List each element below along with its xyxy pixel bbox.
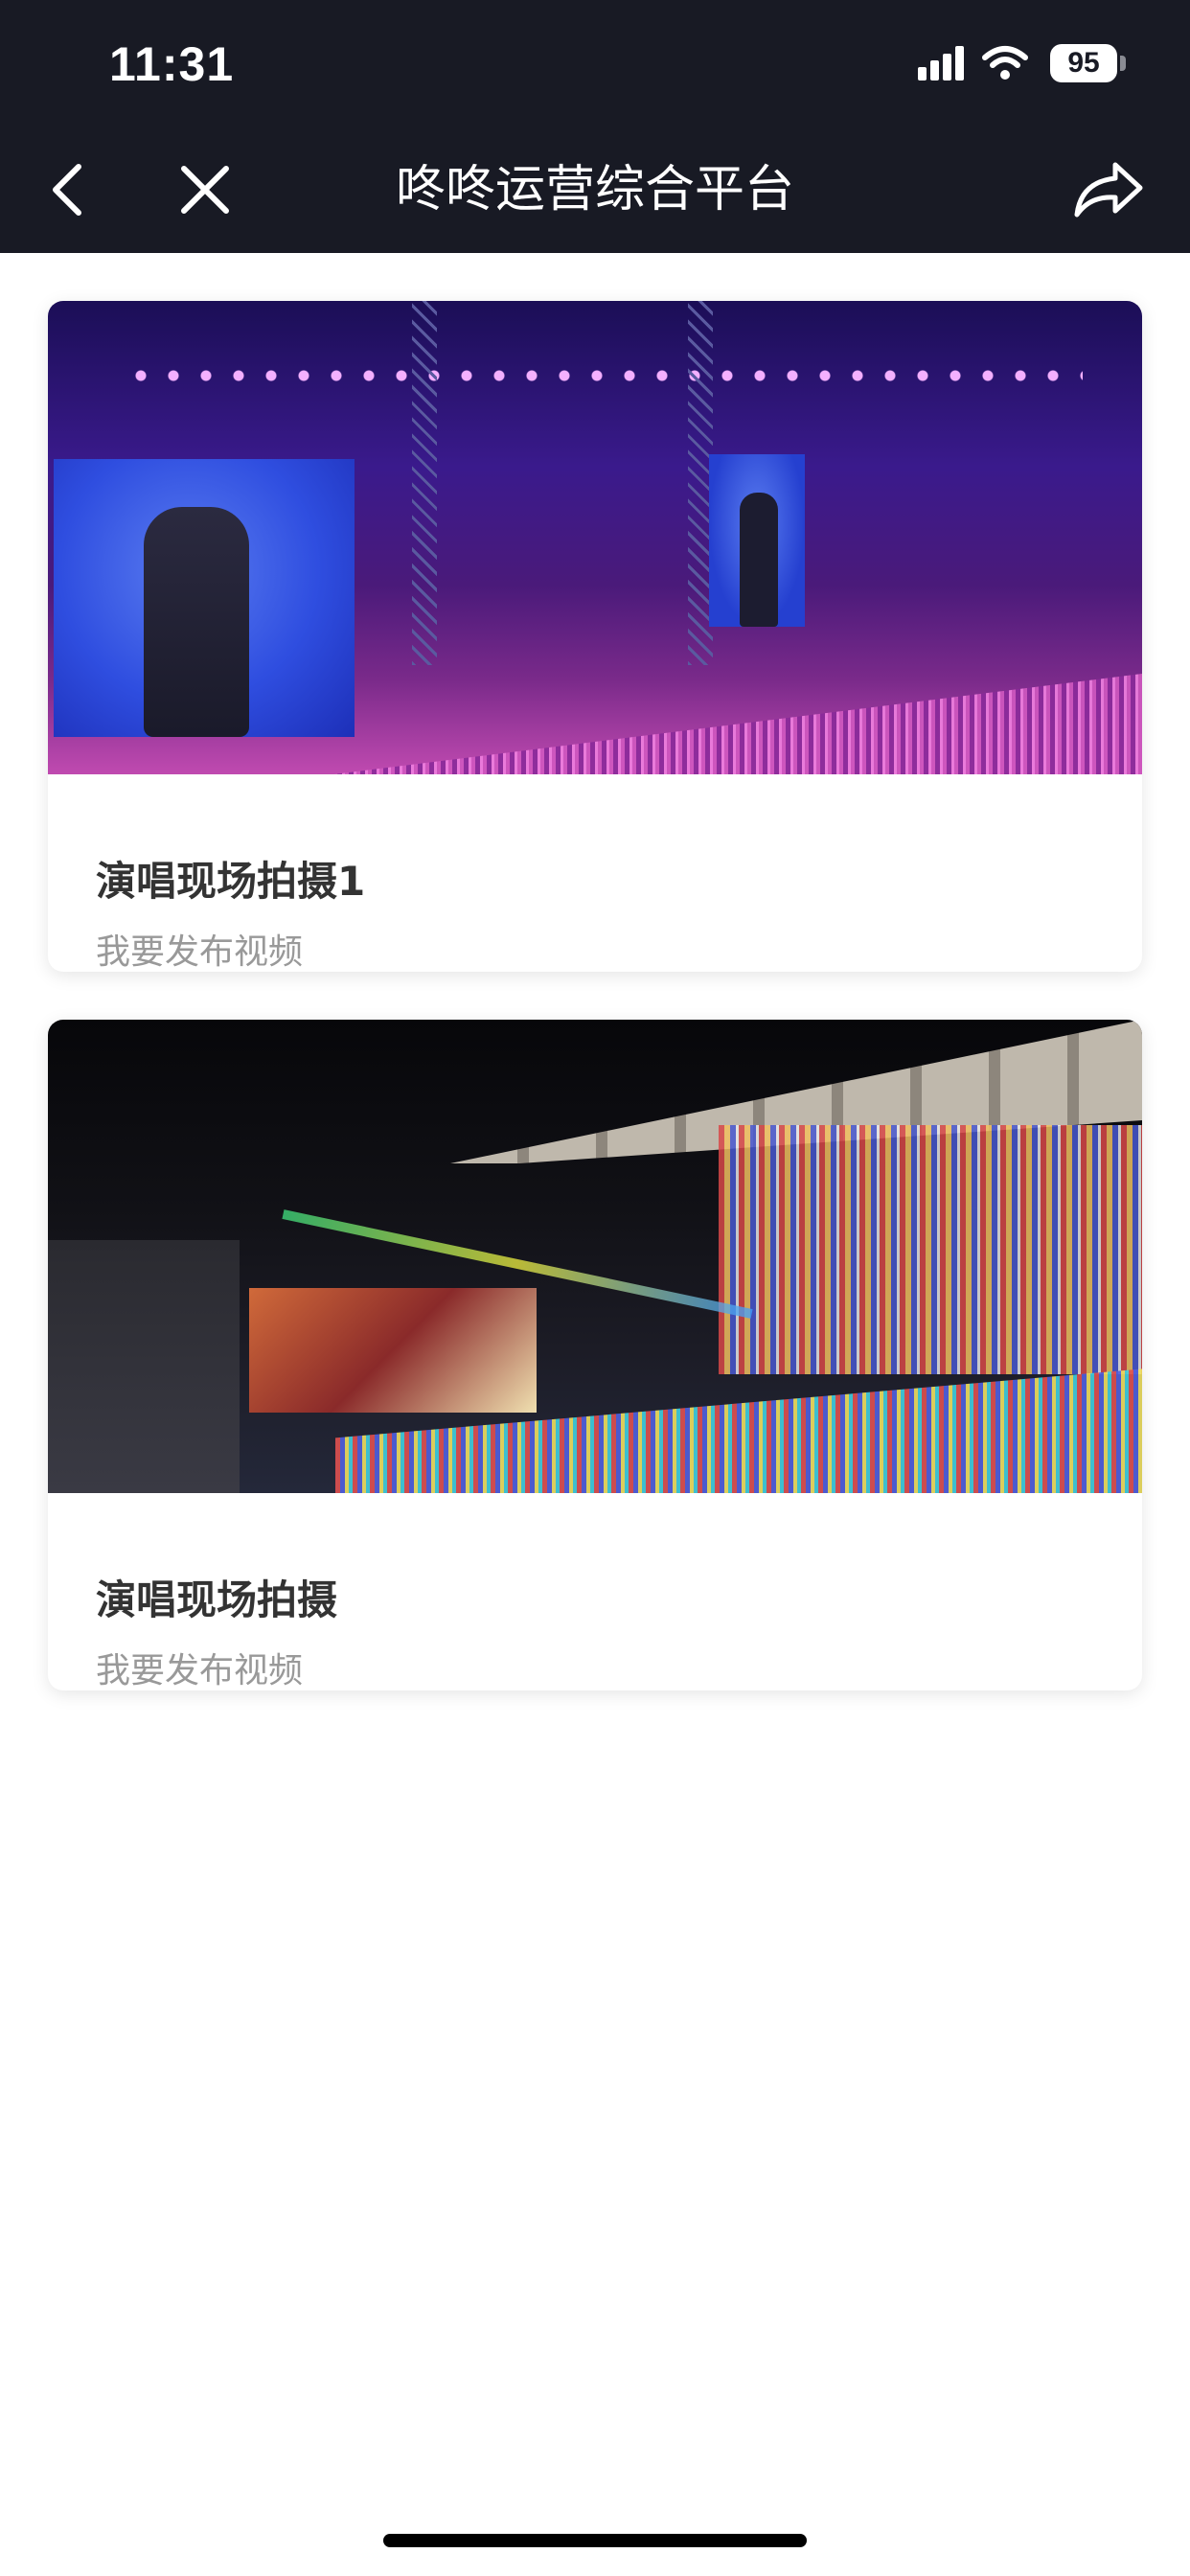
card-title: 演唱现场拍摄1 (96, 858, 366, 905)
card-subtitle: 我要发布视频 (96, 932, 304, 972)
performer (144, 507, 249, 737)
video-card[interactable]: 演唱现场拍摄1 我要发布视频 (48, 301, 1142, 972)
performer (740, 493, 778, 627)
status-time: 11:31 (109, 37, 235, 91)
share-icon[interactable] (1071, 159, 1146, 220)
concert-photo (48, 301, 1142, 774)
card-title: 演唱现场拍摄 (96, 1576, 338, 1623)
top-bar: 11:31 95 咚咚运营综合平台 (0, 0, 1190, 253)
battery-level: 95 (1067, 47, 1100, 79)
battery-icon: 95 (1050, 44, 1117, 82)
page-title: 咚咚运营综合平台 (395, 161, 794, 218)
card-image-concert-stadium (48, 1020, 1142, 1493)
card-image-concert-stage (48, 301, 1142, 774)
stadium-stands (719, 1125, 1142, 1374)
wifi-icon (982, 46, 1028, 80)
card-subtitle: 我要发布视频 (96, 1651, 304, 1690)
status-icons: 95 (916, 44, 1136, 86)
crowd (287, 673, 1142, 774)
stage-lights (125, 370, 1083, 381)
building (48, 1240, 240, 1493)
home-indicator[interactable] (383, 2534, 807, 2547)
stage (249, 1288, 537, 1413)
video-card[interactable]: 演唱现场拍摄 我要发布视频 (48, 1020, 1142, 1690)
battery-cap (1120, 56, 1126, 71)
cellular-signal-icon (918, 46, 964, 80)
concert-photo (48, 1020, 1142, 1493)
stage-truss (412, 301, 437, 665)
